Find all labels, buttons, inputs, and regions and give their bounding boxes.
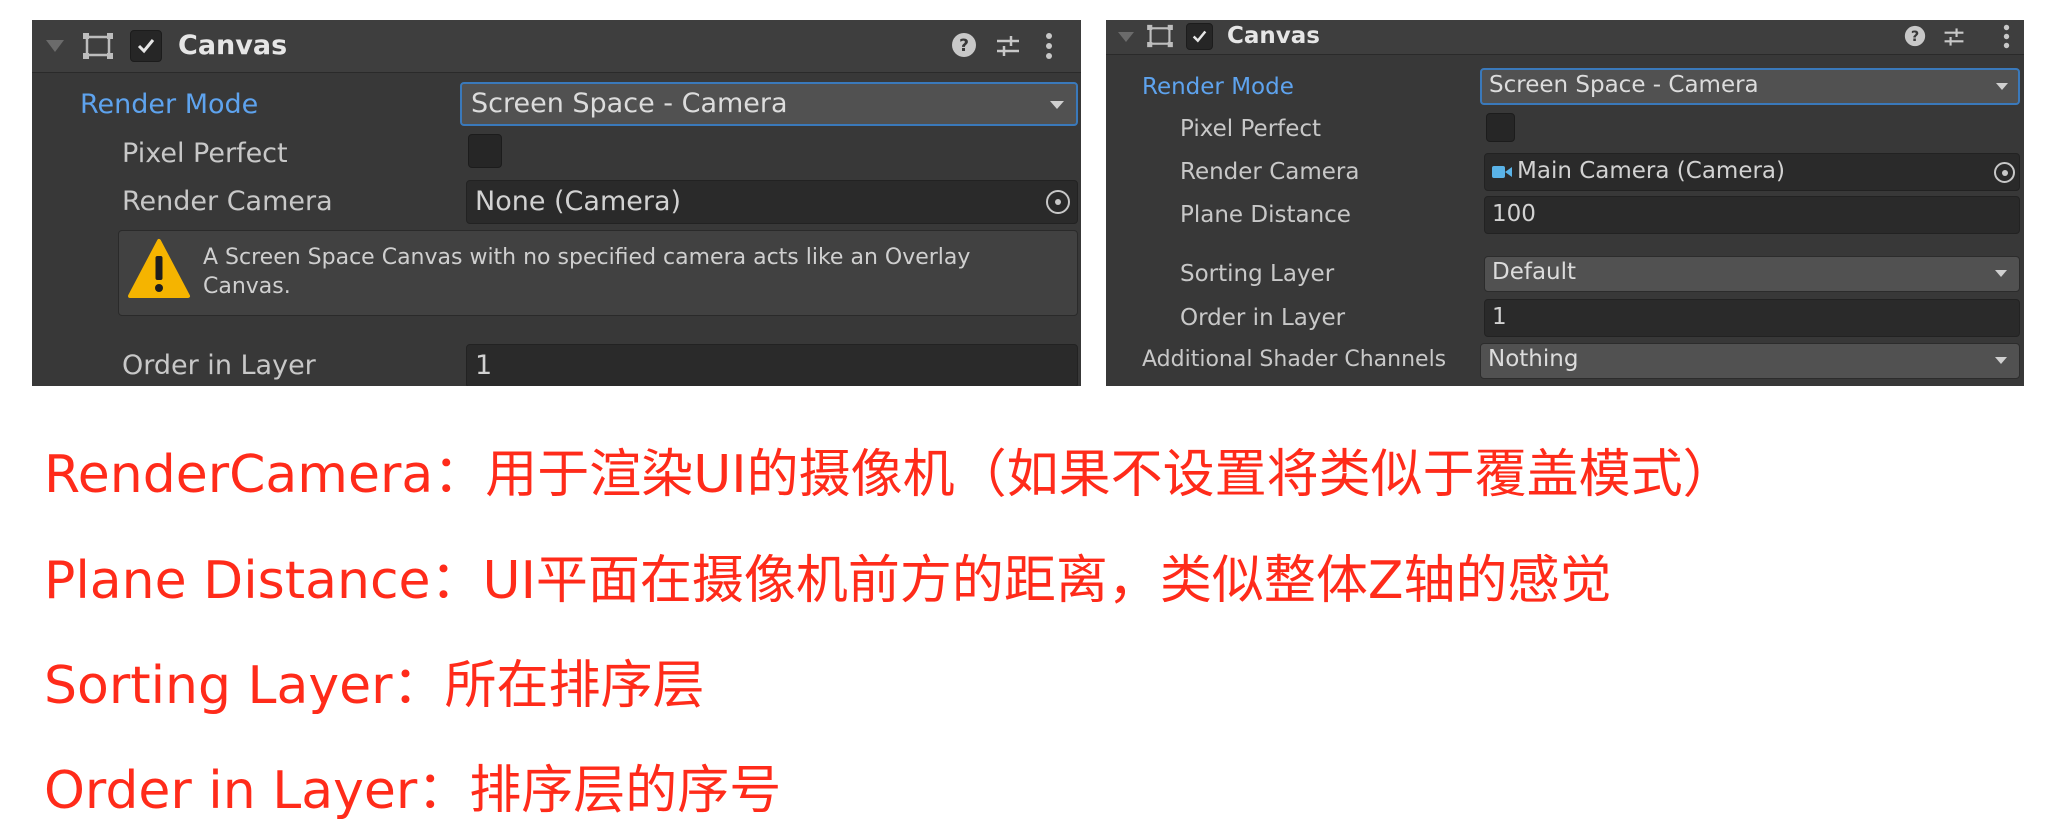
svg-text:?: ? — [1911, 29, 1919, 45]
warning-text: A Screen Space Canvas with no specified … — [203, 245, 971, 299]
dropdown-arrow-icon — [1996, 83, 2008, 90]
warning-icon — [128, 239, 190, 298]
plane-distance-value: 100 — [1492, 201, 1536, 227]
note-plane-distance: Plane Distance：UI平面在摄像机前方的距离，类似整体Z轴的感觉 — [44, 551, 1612, 611]
pixel-perfect-label: Pixel Perfect — [1180, 116, 1322, 142]
order-in-layer-field[interactable]: 1 — [466, 344, 1078, 386]
canvas-component-icon — [83, 33, 113, 59]
note-render-camera: RenderCamera：用于渲染UI的摄像机（如果不设置将类似于覆盖模式） — [44, 445, 1735, 505]
order-in-layer-label: Order in Layer — [122, 350, 316, 381]
component-header[interactable]: Canvas ? — [1106, 20, 2024, 55]
dropdown-arrow-icon — [1995, 270, 2007, 277]
note-sorting-layer: Sorting Layer：所在排序层 — [44, 656, 705, 716]
canvas-inspector-right: Canvas ? Render Mode Screen Space - Came… — [1106, 20, 2024, 386]
more-menu-icon[interactable] — [1044, 31, 1054, 61]
render-camera-label: Render Camera — [1180, 159, 1360, 185]
plane-distance-label: Plane Distance — [1180, 202, 1351, 228]
render-camera-value: Main Camera (Camera) — [1517, 158, 1785, 184]
dropdown-arrow-icon — [1050, 101, 1064, 109]
pixel-perfect-checkbox[interactable] — [468, 134, 502, 168]
render-mode-dropdown[interactable]: Screen Space - Camera — [1480, 68, 2020, 105]
component-title: Canvas — [1227, 23, 1320, 49]
preset-icon[interactable] — [994, 32, 1022, 60]
order-in-layer-field[interactable]: 1 — [1484, 299, 2020, 337]
order-in-layer-label: Order in Layer — [1180, 305, 1346, 331]
foldout-arrow-icon[interactable] — [46, 40, 64, 52]
plane-distance-field[interactable]: 100 — [1484, 196, 2020, 234]
component-enabled-checkbox[interactable] — [130, 30, 162, 62]
render-camera-label: Render Camera — [122, 186, 333, 217]
render-camera-value: None (Camera) — [475, 186, 682, 217]
check-icon — [1192, 30, 1207, 43]
check-icon — [137, 39, 155, 54]
render-camera-field[interactable]: None (Camera) — [466, 180, 1078, 224]
pixel-perfect-checkbox[interactable] — [1486, 113, 1515, 142]
additional-shader-channels-value: Nothing — [1488, 346, 1579, 372]
warning-helpbox: A Screen Space Canvas with no specified … — [118, 230, 1078, 316]
more-menu-icon[interactable] — [2002, 23, 2011, 50]
camera-icon — [1492, 166, 1512, 178]
additional-shader-channels-label: Additional Shader Channels — [1142, 347, 1447, 372]
order-in-layer-value: 1 — [1492, 304, 1507, 330]
canvas-inspector-left: Canvas ? Render Mode Screen Space - Came… — [32, 20, 1081, 386]
foldout-arrow-icon[interactable] — [1118, 32, 1134, 42]
note-order-in-layer: Order in Layer：排序层的序号 — [44, 761, 782, 821]
svg-text:?: ? — [959, 36, 969, 56]
sorting-layer-label: Sorting Layer — [1180, 261, 1335, 287]
help-icon[interactable]: ? — [1904, 25, 1926, 47]
render-mode-dropdown[interactable]: Screen Space - Camera — [460, 82, 1078, 126]
dropdown-arrow-icon — [1995, 357, 2007, 364]
sorting-layer-dropdown[interactable]: Default — [1484, 256, 2020, 292]
render-mode-value: Screen Space - Camera — [471, 88, 788, 119]
canvas-component-icon — [1147, 24, 1173, 48]
additional-shader-channels-dropdown[interactable]: Nothing — [1480, 343, 2020, 379]
pixel-perfect-label: Pixel Perfect — [122, 138, 288, 169]
sorting-layer-value: Default — [1492, 259, 1577, 285]
render-camera-field[interactable]: Main Camera (Camera) — [1484, 153, 2020, 191]
object-picker-icon[interactable] — [1046, 190, 1070, 214]
help-icon[interactable]: ? — [951, 32, 977, 58]
render-mode-value: Screen Space - Camera — [1489, 72, 1759, 98]
render-mode-label: Render Mode — [1142, 74, 1294, 100]
component-title: Canvas — [178, 30, 288, 61]
order-in-layer-value: 1 — [475, 350, 493, 381]
object-picker-icon[interactable] — [1994, 162, 2015, 183]
component-enabled-checkbox[interactable] — [1186, 23, 1213, 50]
preset-icon[interactable] — [1942, 25, 1966, 49]
component-header[interactable]: Canvas ? — [32, 20, 1081, 73]
render-mode-label: Render Mode — [80, 89, 259, 120]
